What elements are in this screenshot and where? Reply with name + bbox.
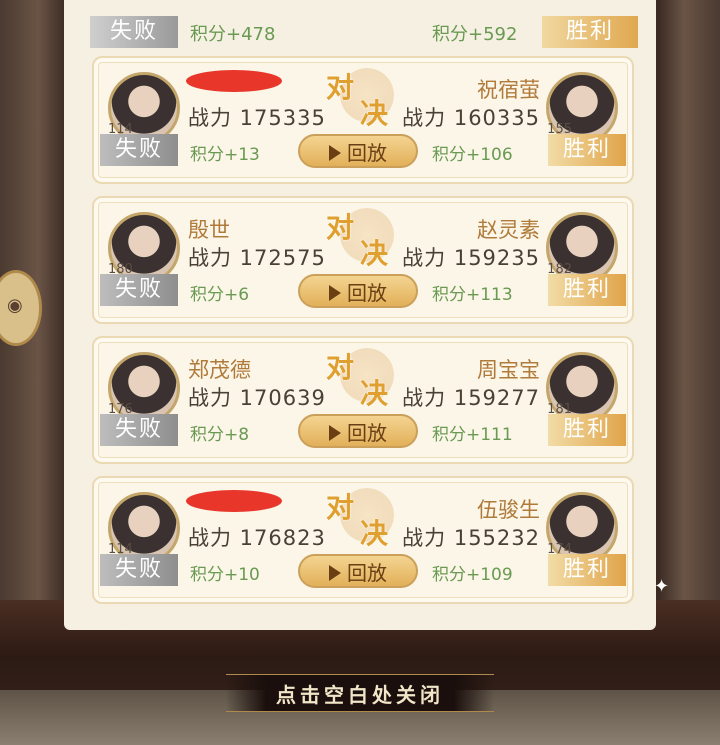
result-lose-badge: 失败 (90, 16, 178, 48)
right-score: 积分+106 (432, 145, 513, 165)
right-result-badge: 胜利 (548, 554, 626, 586)
vs-char-2: 决 (360, 377, 389, 410)
background-right (660, 0, 720, 640)
left-power: 战力 175335 (188, 106, 326, 130)
left-name: 殷世 (188, 218, 230, 242)
vs-char-1: 对 (326, 211, 355, 244)
redaction-mark (186, 70, 282, 92)
right-score: 积分+109 (432, 565, 513, 585)
vs-char-2: 决 (360, 97, 389, 130)
left-result-badge: 失败 (100, 274, 178, 306)
left-score: 积分+10 (190, 565, 260, 585)
left-score: 积分+13 (190, 145, 260, 165)
play-icon (329, 425, 341, 441)
replay-label: 回放 (347, 281, 387, 305)
match-card: 176 郑茂德 战力 170639 失败 积分+8 对 决 回放 周宝宝 战力 … (92, 336, 634, 464)
replay-button[interactable]: 回放 (298, 274, 418, 308)
sparkle-icon: ✦ (654, 576, 670, 597)
match-card: 114 战力 175335 失败 积分+13 对 决 回放 祝宿萤 战力 160… (92, 56, 634, 184)
vs-emblem: 对 决 (326, 62, 396, 138)
right-name: 周宝宝 (477, 358, 540, 382)
right-result-badge: 胜利 (548, 274, 626, 306)
vs-char-2: 决 (360, 517, 389, 550)
previous-match-strip: 失败 积分+478 积分+592 胜利 (84, 8, 640, 48)
play-icon (329, 145, 341, 161)
left-result-badge: 失败 (100, 414, 178, 446)
left-power: 战力 170639 (188, 386, 326, 410)
left-result-badge: 失败 (100, 134, 178, 166)
vs-char-1: 对 (326, 491, 355, 524)
right-power: 战力 159277 (402, 386, 540, 410)
vs-char-2: 决 (360, 237, 389, 270)
close-hint-plate[interactable]: 点击空白处关闭 (226, 674, 494, 712)
vs-char-1: 对 (326, 71, 355, 104)
vs-emblem: 对 决 (326, 342, 396, 418)
replay-button[interactable]: 回放 (298, 414, 418, 448)
match-card: 180 殷世 战力 172575 失败 积分+6 对 决 回放 赵灵素 战力 1… (92, 196, 634, 324)
replay-label: 回放 (347, 141, 387, 165)
right-score: 积分+113 (432, 285, 513, 305)
left-score: 积分+478 (190, 24, 276, 45)
right-power: 战力 155232 (402, 526, 540, 550)
right-name: 祝宿萤 (477, 78, 540, 102)
play-icon (329, 565, 341, 581)
match-card: 114 战力 176823 失败 积分+10 对 决 回放 伍骏生 战力 155… (92, 476, 634, 604)
side-badge-icon: ◉ (7, 295, 23, 316)
right-power: 战力 159235 (402, 246, 540, 270)
right-result-badge: 胜利 (548, 134, 626, 166)
right-score: 积分+592 (432, 24, 518, 45)
left-result-badge: 失败 (100, 554, 178, 586)
left-score: 积分+8 (190, 425, 250, 445)
replay-label: 回放 (347, 561, 387, 585)
play-icon (329, 285, 341, 301)
right-name: 伍骏生 (477, 498, 540, 522)
left-name: 郑茂德 (188, 358, 251, 382)
redaction-mark (186, 490, 282, 512)
replay-button[interactable]: 回放 (298, 554, 418, 588)
vs-emblem: 对 决 (326, 482, 396, 558)
vs-emblem: 对 决 (326, 202, 396, 278)
left-power: 战力 176823 (188, 526, 326, 550)
left-power: 战力 172575 (188, 246, 326, 270)
right-result-badge: 胜利 (548, 414, 626, 446)
left-score: 积分+6 (190, 285, 250, 305)
result-win-badge: 胜利 (542, 16, 638, 48)
vs-char-1: 对 (326, 351, 355, 384)
right-power: 战力 160335 (402, 106, 540, 130)
right-name: 赵灵素 (477, 218, 540, 242)
replay-button[interactable]: 回放 (298, 134, 418, 168)
right-score: 积分+111 (432, 425, 513, 445)
close-hint: 点击空白处关闭 (276, 683, 444, 707)
replay-label: 回放 (347, 421, 387, 445)
